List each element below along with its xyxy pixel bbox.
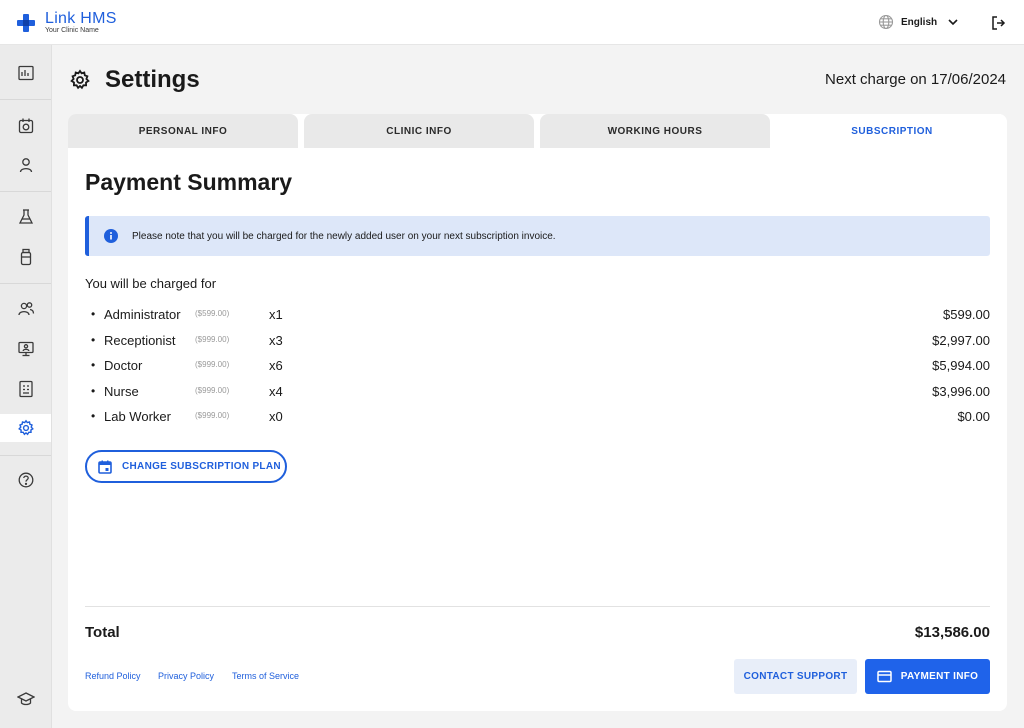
info-alert: Please note that you will be charged for… [85,216,990,256]
bullet: • [91,333,96,347]
refund-policy-link[interactable]: Refund Policy [85,671,141,681]
next-charge-date: Next charge on 17/06/2024 [825,71,1006,88]
settings-card: PERSONAL INFO CLINIC INFO WORKING HOURS … [68,114,1007,711]
chevron-down-icon [948,19,958,26]
payment-info-label: PAYMENT INFO [900,671,979,682]
sidebar [0,45,52,728]
unit-price: ($999.00) [195,411,230,420]
sidebar-item-pharmacy[interactable] [0,243,51,271]
quantity: x0 [269,409,283,424]
charge-row: • Receptionist ($999.00) x3 $2,997.00 [85,330,990,350]
quantity: x6 [269,358,283,373]
charged-for-label: You will be charged for [85,276,217,291]
settings-icon [70,69,90,90]
credit-card-icon [877,670,892,683]
lab-flask-icon [18,209,33,224]
bullet: • [91,307,96,321]
bullet: • [91,409,96,423]
calendar-icon [98,460,112,474]
sidebar-item-patients[interactable] [0,151,51,179]
dashboard-icon [17,65,34,81]
sidebar-item-appointments[interactable] [0,112,51,140]
language-selector[interactable]: English [878,14,959,30]
role-name: Doctor [104,358,143,373]
sidebar-item-reports[interactable] [0,375,51,403]
quantity: x1 [269,307,283,322]
role-name: Lab Worker [104,409,171,424]
sidebar-item-monitor[interactable] [0,335,51,363]
charge-row: • Doctor ($999.00) x6 $5,994.00 [85,355,990,375]
charge-row: • Lab Worker ($999.00) x0 $0.00 [85,406,990,426]
alert-message: Please note that you will be charged for… [132,230,556,242]
globe-icon [878,14,894,30]
graduation-cap-icon [16,692,35,706]
page-title: Settings [105,66,200,93]
monitor-user-icon [17,341,34,357]
terms-of-service-link[interactable]: Terms of Service [232,671,299,681]
tab-clinic-info[interactable]: CLINIC INFO [304,114,534,148]
change-plan-label: CHANGE SUBSCRIPTION PLAN [122,461,281,472]
contact-support-button[interactable]: CONTACT SUPPORT [734,659,857,694]
unit-price: ($999.00) [195,335,230,344]
app-name: Link HMS [45,10,117,27]
bullet: • [91,358,96,372]
staff-icon [17,302,34,316]
total-value: $13,586.00 [914,624,990,641]
sidebar-item-dashboard[interactable] [0,59,51,87]
change-subscription-plan-button[interactable]: CHANGE SUBSCRIPTION PLAN [85,450,287,483]
help-icon [18,472,33,488]
line-amount: $2,997.00 [932,333,990,348]
tab-personal-info[interactable]: PERSONAL INFO [68,114,298,148]
role-name: Nurse [104,384,139,399]
app-logo[interactable]: Link HMS Your Clinic Name [16,10,117,35]
sidebar-item-staff[interactable] [0,295,51,323]
medical-cross-logo-icon [17,14,35,32]
sidebar-item-lab[interactable] [0,203,51,231]
top-bar: Link HMS Your Clinic Name English [0,0,1024,45]
settings-icon [17,419,34,436]
unit-price: ($599.00) [195,309,230,318]
unit-price: ($999.00) [195,386,230,395]
info-icon [104,229,118,243]
calendar-icon [18,118,33,134]
medicine-bottle-icon [20,248,31,266]
role-name: Receptionist [104,333,176,348]
privacy-policy-link[interactable]: Privacy Policy [158,671,214,681]
language-label: English [901,16,938,28]
line-amount: $599.00 [943,307,990,322]
sidebar-item-help[interactable] [0,466,51,494]
charge-row: • Administrator ($599.00) x1 $599.00 [85,304,990,324]
line-amount: $5,994.00 [932,358,990,373]
bullet: • [91,384,96,398]
charge-row: • Nurse ($999.00) x4 $3,996.00 [85,381,990,401]
patient-icon [19,158,32,173]
total-divider [85,606,990,607]
quantity: x3 [269,333,283,348]
clinic-name: Your Clinic Name [45,27,99,34]
total-label: Total [85,624,120,641]
payment-info-button[interactable]: PAYMENT INFO [865,659,990,694]
report-icon [18,380,33,398]
tab-working-hours[interactable]: WORKING HOURS [540,114,770,148]
logout-icon[interactable] [990,15,1006,31]
quantity: x4 [269,384,283,399]
line-amount: $0.00 [957,409,990,424]
tab-subscription[interactable]: SUBSCRIPTION [777,114,1007,148]
sidebar-item-settings[interactable] [0,414,51,442]
unit-price: ($999.00) [195,360,230,369]
sidebar-item-training[interactable] [0,685,51,713]
line-amount: $3,996.00 [932,384,990,399]
role-name: Administrator [104,307,181,322]
payment-summary-title: Payment Summary [85,169,293,195]
